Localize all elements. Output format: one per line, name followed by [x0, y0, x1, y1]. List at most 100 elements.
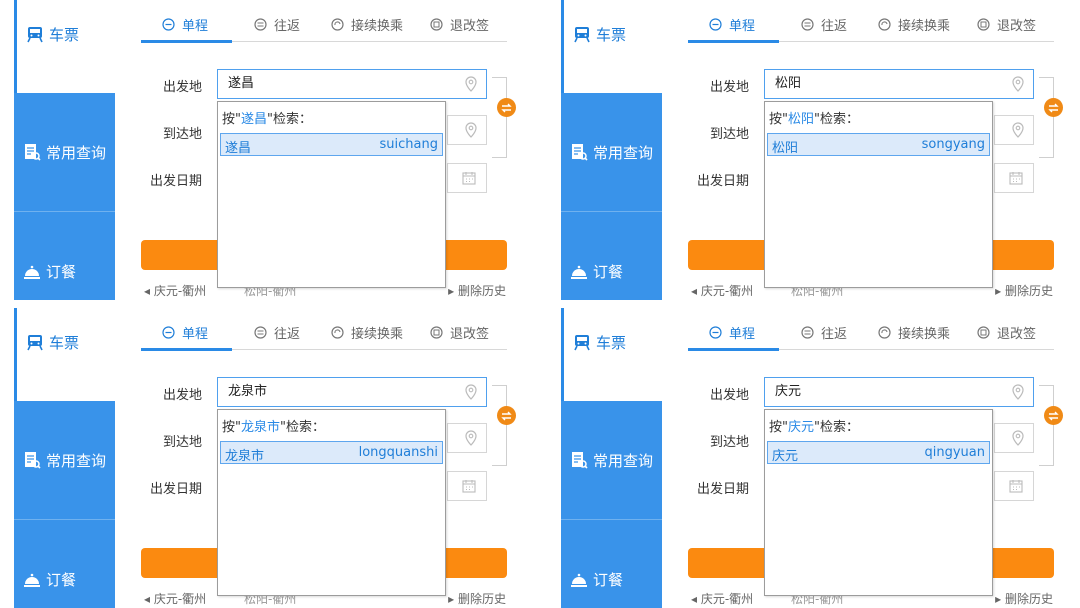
swap-arrows-icon [501, 103, 512, 112]
tab-round-trip[interactable]: 往返 [254, 15, 300, 34]
suggestion-item[interactable]: 龙泉市 longquanshi [220, 441, 443, 464]
delete-history-link[interactable]: ▸ 删除历史 [995, 590, 1053, 607]
swap-stations-button[interactable] [497, 98, 516, 117]
calendar-icon [462, 172, 476, 185]
sidebar-tab-common-query[interactable]: 常用查询 [561, 93, 662, 211]
one-way-icon [162, 326, 175, 339]
screenshot-grid: 车票 常用查询 订餐 单程 往返 接续换乘 退改签 出发地 到达地 出发日期 ◂… [0, 0, 1080, 608]
suggestion-station-name: 松阳 [772, 141, 799, 156]
tab-refund-change[interactable]: 退改签 [430, 323, 489, 342]
tab-refund-change[interactable]: 退改签 [430, 15, 489, 34]
delete-history-link[interactable]: ▸ 删除历史 [448, 282, 506, 299]
suggestion-item[interactable]: 庆元 qingyuan [767, 441, 990, 464]
sidebar: 车票 常用查询 订餐 [14, 308, 115, 608]
tab-transfer[interactable]: 接续换乘 [878, 15, 950, 34]
from-station-input[interactable]: 松阳 [764, 69, 1034, 99]
date-input-edge[interactable] [994, 471, 1034, 501]
delete-history-link[interactable]: ▸ 删除历史 [448, 590, 506, 607]
tab-round-trip[interactable]: 往返 [801, 15, 847, 34]
sidebar-tab-tickets[interactable]: 车票 [14, 308, 115, 401]
tab-transfer[interactable]: 接续换乘 [331, 323, 403, 342]
date-label: 出发日期 [697, 174, 750, 189]
hint-prefix: 按" [769, 112, 788, 127]
delete-history-link[interactable]: ▸ 删除历史 [995, 282, 1053, 299]
swap-stations-button[interactable] [1044, 406, 1063, 425]
meal-dome-icon [569, 570, 589, 590]
tab-one-way[interactable]: 单程 [162, 323, 208, 342]
date-label: 出发日期 [150, 482, 203, 497]
sidebar-tab-common-query[interactable]: 常用查询 [14, 401, 115, 519]
to-label: 到达地 [710, 435, 750, 450]
delete-history-label: 删除历史 [1004, 592, 1053, 606]
sidebar-tab-meal[interactable]: 订餐 [14, 520, 115, 608]
date-input-edge[interactable] [447, 163, 487, 193]
sidebar-tab-tickets[interactable]: 车票 [561, 0, 662, 93]
tab-refund-change-label: 退改签 [450, 19, 490, 34]
query-doc-icon [569, 142, 589, 162]
one-way-icon [162, 18, 175, 31]
to-input-edge[interactable] [447, 115, 487, 145]
sidebar-tab-common-query[interactable]: 常用查询 [561, 401, 662, 519]
from-station-value: 龙泉市 [228, 384, 268, 399]
history-item[interactable]: ◂ 庆元-衢州 [691, 282, 753, 299]
from-station-value: 遂昌 [228, 76, 255, 91]
location-pin-icon [465, 122, 477, 138]
query-doc-icon [22, 142, 42, 162]
swap-stations-button[interactable] [497, 406, 516, 425]
date-input-edge[interactable] [994, 163, 1034, 193]
to-input-edge[interactable] [994, 115, 1034, 145]
sidebar: 车票 常用查询 订餐 [14, 0, 115, 300]
hint-suffix: "检索： [280, 420, 325, 435]
date-input-edge[interactable] [447, 471, 487, 501]
refund-icon [430, 326, 443, 339]
tab-one-way[interactable]: 单程 [162, 15, 208, 34]
to-input-edge[interactable] [447, 423, 487, 453]
from-label: 出发地 [710, 80, 750, 95]
from-station-input[interactable]: 遂昌 [217, 69, 487, 99]
ticket-panel: 车票 常用查询 订餐 单程 往返 接续换乘 退改签 出发地 到达地 出发日期 ◂… [547, 308, 1080, 608]
history-item[interactable]: ◂ 庆元-衢州 [144, 282, 206, 299]
suggestion-item[interactable]: 遂昌 suichang [220, 133, 443, 156]
location-pin-icon [1012, 430, 1024, 446]
delete-history-label: 删除历史 [457, 284, 506, 298]
swap-stations-button[interactable] [1044, 98, 1063, 117]
suggestion-station-name: 龙泉市 [225, 449, 265, 464]
query-doc-icon [569, 450, 589, 470]
from-station-input[interactable]: 龙泉市 [217, 377, 487, 407]
suggestion-item[interactable]: 松阳 songyang [767, 133, 990, 156]
sidebar-common-query-label: 常用查询 [593, 451, 654, 470]
sidebar-tab-meal[interactable]: 订餐 [14, 212, 115, 300]
tab-refund-change[interactable]: 退改签 [977, 15, 1036, 34]
sidebar-tab-tickets[interactable]: 车票 [14, 0, 115, 93]
suggestion-station-name: 遂昌 [225, 141, 252, 156]
sidebar-tab-meal[interactable]: 订餐 [561, 212, 662, 300]
suggestion-pinyin: songyang [921, 137, 985, 152]
tab-transfer[interactable]: 接续换乘 [878, 323, 950, 342]
search-hint: 按"龙泉市"检索： [222, 416, 325, 435]
tab-transfer-label: 接续换乘 [898, 327, 951, 342]
to-label: 到达地 [163, 127, 203, 142]
tab-round-trip[interactable]: 往返 [801, 323, 847, 342]
round-trip-icon [801, 18, 814, 31]
train-icon [572, 24, 592, 44]
history-item[interactable]: ◂ 庆元-衢州 [144, 590, 206, 607]
tab-one-way-label: 单程 [182, 19, 209, 34]
sidebar-tab-tickets[interactable]: 车票 [561, 308, 662, 401]
history-item[interactable]: ◂ 庆元-衢州 [691, 590, 753, 607]
train-icon [25, 24, 45, 44]
tab-round-trip[interactable]: 往返 [254, 323, 300, 342]
tab-one-way[interactable]: 单程 [709, 323, 755, 342]
ticket-panel: 车票 常用查询 订餐 单程 往返 接续换乘 退改签 出发地 到达地 出发日期 ◂… [547, 0, 1080, 300]
tab-refund-change[interactable]: 退改签 [977, 323, 1036, 342]
swap-bracket [492, 385, 507, 466]
tab-round-trip-label: 往返 [821, 327, 848, 342]
trip-type-tabs: 单程 往返 接续换乘 退改签 [141, 318, 507, 351]
from-station-input[interactable]: 庆元 [764, 377, 1034, 407]
sidebar-tab-meal[interactable]: 订餐 [561, 520, 662, 608]
tab-one-way[interactable]: 单程 [709, 15, 755, 34]
sidebar-tab-common-query[interactable]: 常用查询 [14, 93, 115, 211]
station-suggestion-dropdown: 按"龙泉市"检索： 龙泉市 longquanshi [217, 409, 446, 596]
trip-type-tabs: 单程 往返 接续换乘 退改签 [688, 318, 1054, 351]
to-input-edge[interactable] [994, 423, 1034, 453]
tab-transfer[interactable]: 接续换乘 [331, 15, 403, 34]
